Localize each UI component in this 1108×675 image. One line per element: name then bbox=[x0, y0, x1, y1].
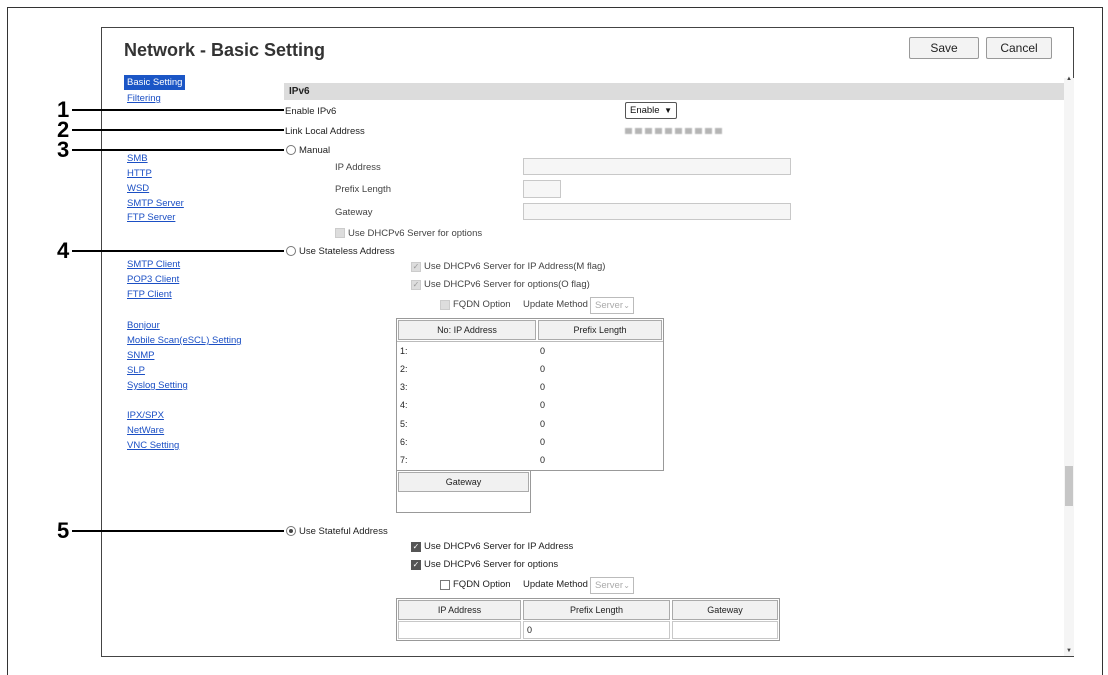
stateless-oflag-label: Use DHCPv6 Server for options(O flag) bbox=[424, 279, 590, 290]
table-row-no: 4: bbox=[400, 400, 408, 410]
stateful-col-gateway: Gateway bbox=[672, 600, 778, 620]
sidebar-item-ftp-client[interactable]: FTP Client bbox=[127, 289, 172, 300]
table-row-no: 5: bbox=[400, 419, 408, 429]
callout-number: 5 bbox=[57, 518, 70, 543]
stateless-update-method-value: Server bbox=[595, 300, 623, 311]
sidebar-item-http[interactable]: HTTP bbox=[127, 168, 152, 179]
sidebar-item-mobile-scan[interactable]: Mobile Scan(eSCL) Setting bbox=[127, 335, 242, 346]
table-row-prefix: 0 bbox=[540, 382, 546, 392]
scrollbar-track[interactable] bbox=[1064, 78, 1074, 656]
stateful-ip-label: Use DHCPv6 Server for IP Address bbox=[424, 541, 574, 552]
stateless-fqdn-label: FQDN Option bbox=[453, 299, 511, 310]
stateful-col-prefix: Prefix Length bbox=[523, 600, 670, 620]
manual-label: Manual bbox=[299, 145, 331, 156]
sidebar-item-filtering[interactable]: Filtering bbox=[127, 93, 161, 104]
sidebar-item-syslog[interactable]: Syslog Setting bbox=[127, 380, 188, 391]
callout-number: 4 bbox=[57, 238, 70, 263]
chevron-down-icon: ▼ bbox=[664, 106, 672, 115]
chevron-down-icon: ⌄ bbox=[623, 581, 630, 590]
table-row-no: 6: bbox=[400, 437, 408, 447]
sidebar-item-pop3-client[interactable]: POP3 Client bbox=[127, 274, 179, 285]
stateless-col-ip: No: IP Address bbox=[398, 320, 536, 340]
manual-prefix-input[interactable] bbox=[523, 180, 561, 198]
stateful-fqdn-label: FQDN Option bbox=[453, 579, 511, 590]
stateless-oflag-checkbox[interactable]: ✓ bbox=[411, 280, 421, 290]
manual-gateway-label: Gateway bbox=[335, 207, 373, 218]
stateful-options-label: Use DHCPv6 Server for options bbox=[424, 559, 559, 570]
page-title: Network - Basic Setting bbox=[124, 40, 326, 60]
manual-prefix-label: Prefix Length bbox=[335, 184, 391, 195]
section-header-ipv6: IPv6 bbox=[284, 83, 1064, 100]
sidebar-item-smtp-client[interactable]: SMTP Client bbox=[127, 259, 180, 270]
manual-ip-input[interactable] bbox=[523, 158, 791, 175]
sidebar-item-snmp[interactable]: SNMP bbox=[127, 350, 154, 361]
sidebar-item-vnc[interactable]: VNC Setting bbox=[127, 440, 179, 451]
save-button[interactable]: Save bbox=[909, 37, 979, 59]
sidebar-item-ftp-server[interactable]: FTP Server bbox=[127, 212, 175, 223]
stateful-label: Use Stateful Address bbox=[299, 526, 388, 537]
stateless-radio[interactable] bbox=[286, 246, 296, 256]
manual-ip-label: IP Address bbox=[335, 162, 381, 173]
callout-line bbox=[72, 109, 284, 111]
stateless-update-method-label: Update Method bbox=[523, 299, 588, 310]
sidebar-item-ipx-spx[interactable]: IPX/SPX bbox=[127, 410, 164, 421]
scroll-up-icon[interactable]: ▲ bbox=[1066, 76, 1072, 82]
scroll-down-icon[interactable]: ▼ bbox=[1066, 648, 1072, 654]
scrollbar-thumb[interactable] bbox=[1065, 466, 1073, 506]
stateless-update-method-select[interactable]: Server ⌄ bbox=[590, 297, 634, 314]
stateful-update-method-value: Server bbox=[595, 580, 623, 591]
chevron-down-icon: ⌄ bbox=[623, 301, 630, 310]
stateful-gateway-input[interactable] bbox=[672, 621, 778, 639]
stateful-update-method-select[interactable]: Server ⌄ bbox=[590, 577, 634, 594]
stateless-label: Use Stateless Address bbox=[299, 246, 395, 257]
sidebar-item-slp[interactable]: SLP bbox=[127, 365, 145, 376]
stateless-fqdn-checkbox[interactable] bbox=[440, 300, 450, 310]
sidebar-item-smtp-server[interactable]: SMTP Server bbox=[127, 198, 184, 209]
stateful-options-checkbox[interactable]: ✓ bbox=[411, 560, 421, 570]
enable-ipv6-label: Enable IPv6 bbox=[285, 106, 337, 117]
enable-ipv6-value: Enable bbox=[630, 105, 660, 116]
manual-dhcp-options-checkbox[interactable] bbox=[335, 228, 345, 238]
cancel-button[interactable]: Cancel bbox=[986, 37, 1052, 59]
sidebar-item-netware[interactable]: NetWare bbox=[127, 425, 164, 436]
stateless-gateway-header: Gateway bbox=[398, 472, 529, 492]
table-row-prefix: 0 bbox=[540, 455, 546, 465]
link-local-label: Link Local Address bbox=[285, 126, 365, 137]
manual-radio[interactable] bbox=[286, 145, 296, 155]
table-row-no: 1: bbox=[400, 346, 408, 356]
table-header-divider bbox=[397, 341, 663, 342]
sidebar-item-basic-setting[interactable]: Basic Setting bbox=[124, 75, 186, 90]
stateless-col-prefix: Prefix Length bbox=[538, 320, 662, 340]
stateful-update-method-label: Update Method bbox=[523, 579, 588, 590]
sidebar-item-bonjour[interactable]: Bonjour bbox=[127, 320, 160, 331]
stateful-ip-checkbox[interactable]: ✓ bbox=[411, 542, 421, 552]
sidebar-item-wsd[interactable]: WSD bbox=[127, 183, 149, 194]
link-local-address-value bbox=[625, 128, 725, 134]
stateful-prefix-input[interactable]: 0 bbox=[523, 621, 670, 639]
manual-gateway-input[interactable] bbox=[523, 203, 791, 220]
table-row-no: 2: bbox=[400, 364, 408, 374]
stateful-col-ip: IP Address bbox=[398, 600, 521, 620]
table-row-prefix: 0 bbox=[540, 437, 546, 447]
enable-ipv6-select[interactable]: Enable ▼ bbox=[625, 102, 677, 119]
stateless-mflag-checkbox[interactable]: ✓ bbox=[411, 262, 421, 272]
callout-line bbox=[72, 530, 284, 532]
callout-number: 3 bbox=[57, 137, 70, 162]
table-row-no: 3: bbox=[400, 382, 408, 392]
table-row-prefix: 0 bbox=[540, 364, 546, 374]
callout-line bbox=[72, 129, 284, 131]
callout-line bbox=[72, 149, 284, 151]
stateless-mflag-label: Use DHCPv6 Server for IP Address(M flag) bbox=[424, 261, 606, 272]
table-row-no: 7: bbox=[400, 455, 408, 465]
table-row-prefix: 0 bbox=[540, 400, 546, 410]
sidebar-item-smb[interactable]: SMB bbox=[127, 153, 148, 164]
stateful-ip-input[interactable] bbox=[398, 621, 521, 639]
callout-line bbox=[72, 250, 284, 252]
table-row-prefix: 0 bbox=[540, 346, 546, 356]
stateful-radio[interactable] bbox=[286, 526, 296, 536]
manual-dhcp-options-label: Use DHCPv6 Server for options bbox=[348, 228, 483, 239]
table-row-prefix: 0 bbox=[540, 419, 546, 429]
stateful-fqdn-checkbox[interactable] bbox=[440, 580, 450, 590]
